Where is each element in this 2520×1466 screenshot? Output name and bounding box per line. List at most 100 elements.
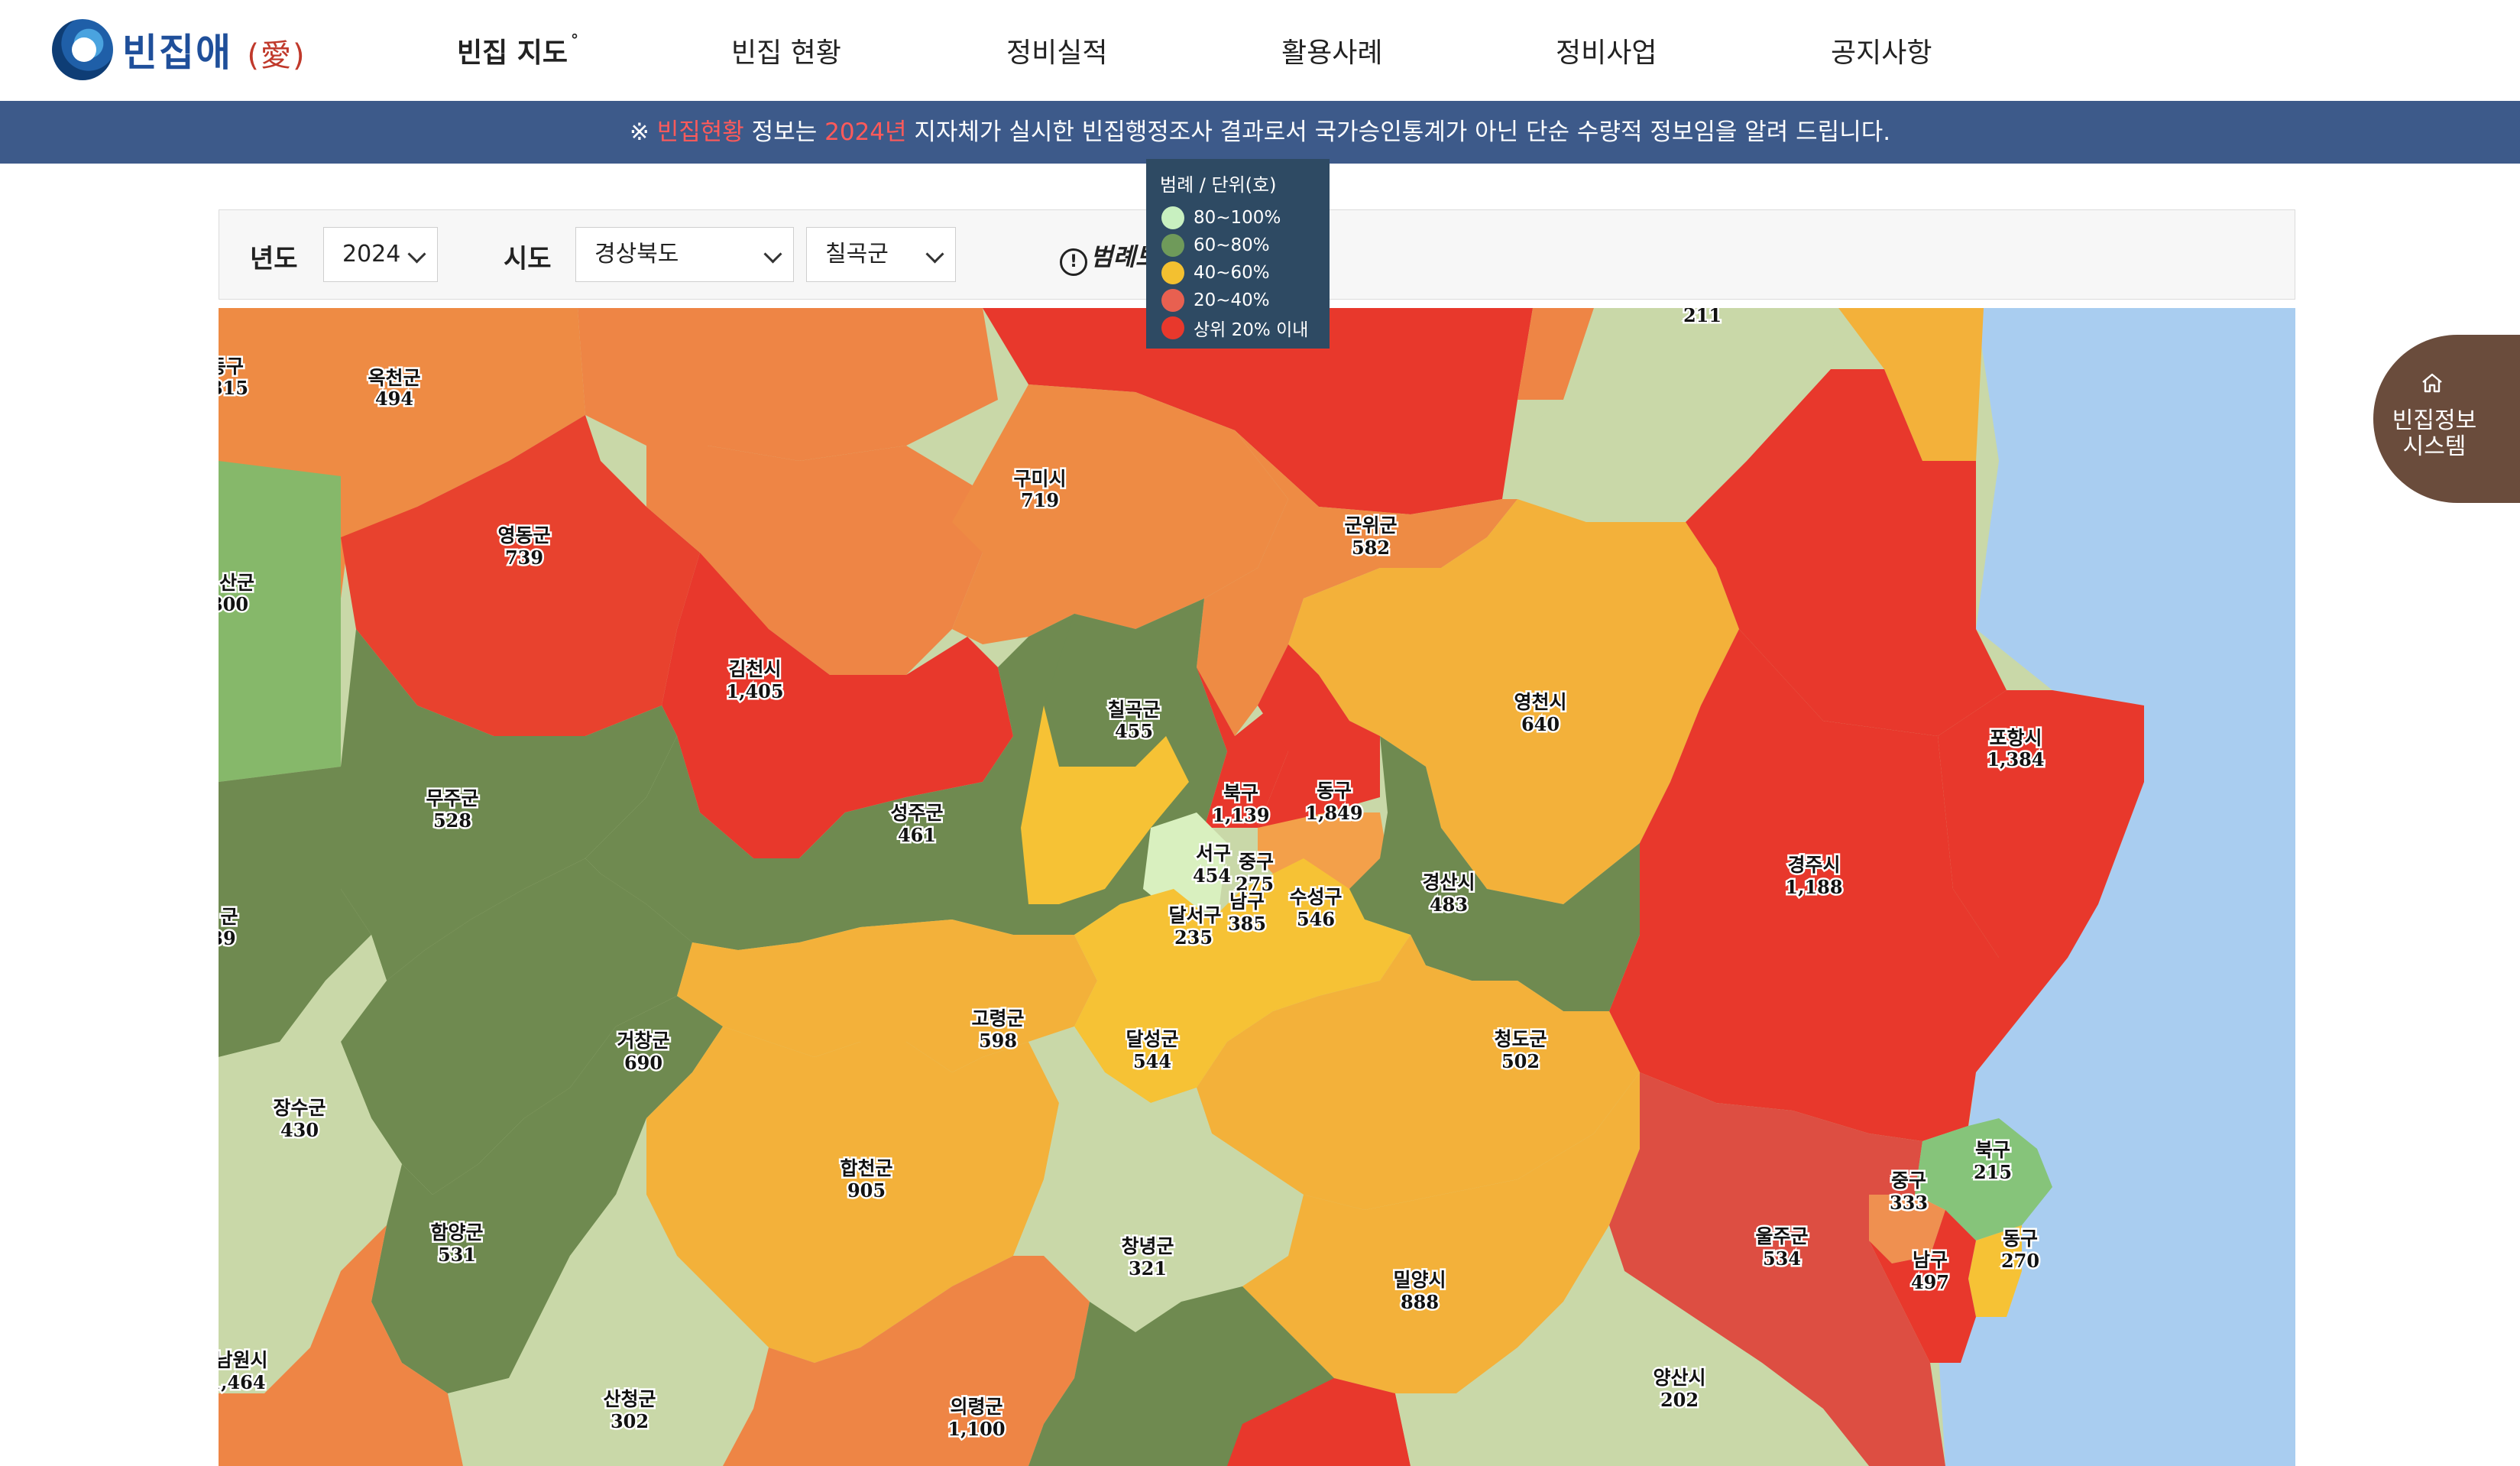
region-label-name: 포항시 — [1989, 727, 2042, 749]
notice-banner: ※ 빈집현황 정보는 2024년 지자체가 실시한 빈집행정조사 결과로서 국가… — [0, 101, 2520, 164]
map-legend: 범례 / 단위(호) 80~100% 60~80% 40~60% 20~40% … — [1146, 159, 1330, 349]
region-label-value: 385 — [1228, 913, 1266, 935]
region-label-value: 483 — [1430, 894, 1468, 916]
region-label-value: 640 — [1521, 713, 1560, 735]
nav-empty-house-map[interactable]: 빈집 지도 ° — [457, 31, 578, 70]
region-label-name: 합천군 — [840, 1157, 892, 1179]
region-label-name: 거창군 — [617, 1030, 669, 1052]
region-label-name: 군위군 — [1344, 514, 1397, 537]
sigungu-select[interactable]: 칠곡군 — [806, 227, 956, 282]
nav-maintenance-results[interactable]: 정비실적 — [1006, 31, 1107, 70]
region-label-value: 1,849 — [1305, 802, 1362, 824]
region-label-value: 544 — [1133, 1050, 1171, 1072]
region-label-value: 454 — [1193, 864, 1231, 887]
region-label-value: 211 — [1683, 308, 1722, 326]
region-label-name: 달서구 — [1168, 904, 1221, 926]
region-label-name: 고령군 — [971, 1007, 1024, 1030]
region-label-value: 905 — [847, 1179, 886, 1202]
chevron-down-icon — [763, 245, 782, 264]
region-label-name: 장수군 — [273, 1097, 326, 1119]
region-label-value: 690 — [624, 1052, 662, 1074]
region-label-name: 함양군 — [430, 1221, 483, 1244]
region-label-value: 455 — [1115, 720, 1153, 742]
region-label-name: 칠곡군 — [1107, 699, 1160, 721]
sido-label: 시도 — [504, 244, 552, 274]
legend-swatch — [1161, 316, 1184, 339]
region-label-name: 군 — [220, 906, 238, 928]
region-label-value: 315 — [219, 377, 248, 399]
region-label-name: 울주군 — [1755, 1225, 1808, 1247]
region-label-value: 39 — [219, 927, 236, 949]
region-label-name: 동구 — [2003, 1228, 2038, 1250]
region-label-name: 양산시 — [1653, 1367, 1705, 1389]
region-label-name: 창녕군 — [1121, 1235, 1174, 1257]
nav-notices[interactable]: 공지사항 — [1831, 31, 1932, 70]
empty-house-info-system-button[interactable]: 빈집정보 시스템 — [2373, 335, 2520, 503]
year-label: 년도 — [250, 244, 298, 274]
chevron-down-icon — [925, 245, 944, 264]
region-label-value: 1,139 — [1212, 804, 1269, 826]
region-label-name: 영동군 — [497, 524, 550, 547]
sido-select[interactable]: 경상북도 — [575, 227, 794, 282]
region-label-value: 1,405 — [726, 680, 783, 702]
info-icon: ! — [1060, 248, 1087, 276]
region-label-value: 598 — [979, 1030, 1017, 1052]
nav-use-cases[interactable]: 활용사례 — [1281, 31, 1382, 70]
region-label-value: 461 — [898, 824, 936, 846]
legend-item: 60~80% — [1155, 232, 1320, 259]
nav-empty-house-status[interactable]: 빈집 현황 — [731, 31, 841, 70]
region-label-value: 534 — [1763, 1247, 1801, 1270]
region-label-name: 중구 — [1239, 851, 1274, 873]
region-label-value: 1,384 — [1987, 748, 2044, 770]
region-label-name: 수성구 — [1289, 886, 1342, 908]
region-label-value: 302 — [611, 1410, 649, 1432]
legend-swatch — [1161, 234, 1184, 257]
region-label-value: 739 — [505, 547, 543, 569]
region-label-value: 321 — [1129, 1257, 1167, 1280]
legend-item: 상위 20% 이내 — [1155, 314, 1320, 342]
region-label-name: 북구 — [1223, 782, 1258, 804]
region-label-name: 북구 — [1975, 1139, 2010, 1161]
region-label-value: 215 — [1974, 1161, 2012, 1183]
region-label-name: 서구 — [1196, 842, 1231, 864]
region-label-value: 497 — [1911, 1271, 1949, 1293]
region-label-name: 중구 — [1891, 1169, 1926, 1192]
region-label-name: 산군 — [219, 572, 254, 594]
year-select[interactable]: 2024 — [323, 227, 438, 282]
region-label-name: 의령군 — [950, 1396, 1002, 1418]
site-logo[interactable]: 빈집애 (愛) — [52, 17, 306, 83]
legend-item: 40~60% — [1155, 259, 1320, 287]
region-label-value: 719 — [1021, 489, 1059, 511]
region-label-value: 494 — [375, 388, 413, 410]
logo-emblem-icon — [52, 19, 113, 80]
region-label-value: 888 — [1401, 1291, 1439, 1313]
region-label-name: 성주군 — [890, 802, 943, 824]
chevron-down-icon — [407, 245, 426, 264]
region-label-name: 남구 — [1913, 1249, 1948, 1271]
region-label-value: 528 — [433, 809, 471, 832]
region-label-value: 1,100 — [947, 1418, 1005, 1440]
region-label-value: 235 — [1174, 926, 1213, 949]
region-label-name: 구미시 — [1013, 468, 1066, 490]
region-label-value: 1,188 — [1785, 876, 1842, 898]
region-label-name: 김천시 — [728, 658, 781, 680]
region-label-name: 영천시 — [1514, 691, 1566, 713]
nav-maintenance-projects[interactable]: 정비사업 — [1556, 31, 1657, 70]
region-label-name: 동구 — [1317, 780, 1352, 802]
region-label-name: 산청군 — [603, 1388, 656, 1410]
region-label-value: 582 — [1352, 537, 1390, 559]
region-label-value: 546 — [1297, 908, 1335, 930]
region-label-name: 무주군 — [426, 787, 478, 809]
region-label-name: 동구 — [219, 355, 244, 378]
choropleth-map[interactable]: 동구 315 옥천군 494 211 구미시 719 영동군 739 군위군 5… — [219, 308, 2295, 1466]
region-label-value: 502 — [1501, 1050, 1540, 1072]
legend-toggle-button[interactable]: ! 범례보 — [1060, 238, 1158, 276]
region-shape — [219, 461, 341, 782]
legend-item: 20~40% — [1155, 287, 1320, 314]
region-label-value: 1,464 — [219, 1371, 266, 1393]
region-label-value: 430 — [280, 1119, 319, 1141]
region-label-name: 달성군 — [1126, 1028, 1178, 1050]
region-label-name: 남원시 — [219, 1349, 268, 1371]
side-button-label: 빈집정보 시스템 — [2392, 407, 2477, 460]
region-label-name: 옥천군 — [368, 367, 420, 389]
